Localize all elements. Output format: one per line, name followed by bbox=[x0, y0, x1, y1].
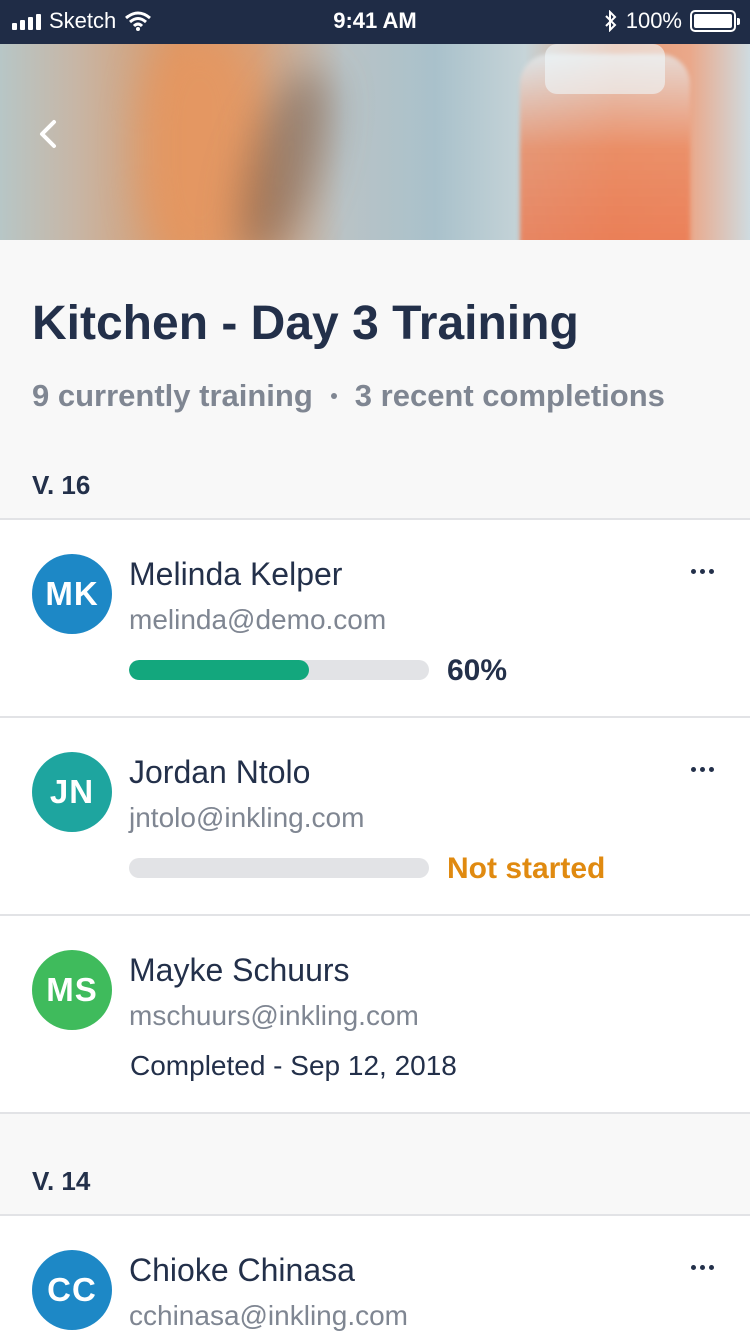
more-options-icon[interactable] bbox=[680, 756, 724, 782]
completions-count: 3 recent completions bbox=[354, 378, 665, 413]
learner-name: Chioke Chinasa bbox=[129, 1252, 355, 1288]
avatar: MS bbox=[32, 950, 112, 1030]
bluetooth-icon bbox=[605, 10, 617, 32]
more-options-icon[interactable] bbox=[680, 558, 724, 584]
learner-name: Mayke Schuurs bbox=[129, 952, 350, 988]
learner-name: Melinda Kelper bbox=[129, 556, 343, 592]
learner-name: Jordan Ntolo bbox=[129, 754, 311, 790]
avatar: MK bbox=[32, 554, 112, 634]
learner-email: melinda@demo.com bbox=[129, 604, 387, 635]
learner-row[interactable]: CC Chioke Chinasa cchinasa@inkling.com bbox=[0, 1216, 750, 1334]
page-title: Kitchen - Day 3 Training bbox=[32, 297, 579, 350]
status-right: 100% bbox=[604, 8, 740, 34]
learner-row[interactable]: MK Melinda Kelper melinda@demo.com 60% bbox=[0, 520, 750, 716]
learner-email: mschuurs@inkling.com bbox=[129, 1000, 419, 1031]
learner-row[interactable]: MS Mayke Schuurs mschuurs@inkling.com Co… bbox=[0, 916, 750, 1112]
course-summary: 9 currently training 3 recent completion… bbox=[32, 378, 665, 414]
completion-date: Completed - Sep 12, 2018 bbox=[130, 1050, 457, 1081]
hero-image bbox=[0, 44, 750, 240]
battery-icon bbox=[690, 10, 740, 32]
avatar: CC bbox=[32, 1250, 112, 1330]
separator-dot bbox=[330, 393, 337, 399]
learner-row[interactable]: JN Jordan Ntolo jntolo@inkling.com Not s… bbox=[0, 718, 750, 914]
learner-email: jntolo@inkling.com bbox=[129, 802, 365, 833]
avatar: JN bbox=[32, 752, 112, 832]
battery-percent: 100% bbox=[625, 8, 682, 33]
progress-bar bbox=[129, 660, 429, 680]
course-header: Kitchen - Day 3 Training 9 currently tra… bbox=[0, 240, 750, 518]
status-bar: Sketch 9:41 AM 100% bbox=[0, 0, 750, 44]
progress-fill bbox=[129, 660, 309, 680]
training-count: 9 currently training bbox=[32, 378, 313, 413]
more-options-icon[interactable] bbox=[680, 1254, 724, 1280]
progress-bar bbox=[129, 858, 429, 878]
version-label: V. 14 bbox=[32, 1166, 91, 1196]
divider bbox=[0, 1112, 750, 1114]
back-chevron-icon[interactable] bbox=[30, 114, 70, 154]
progress-status: Not started bbox=[447, 852, 606, 885]
progress-status: 60% bbox=[447, 654, 508, 687]
learner-email: cchinasa@inkling.com bbox=[129, 1300, 408, 1331]
version-label: V. 16 bbox=[32, 470, 91, 500]
